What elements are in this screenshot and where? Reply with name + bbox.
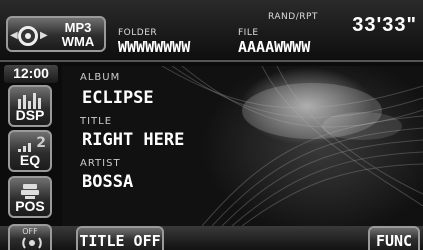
off-label: OFF (22, 227, 38, 236)
random-repeat-indicator: RAND/RPT (268, 12, 318, 22)
source-button[interactable]: ◀ ▶ MP3 WMA (6, 16, 106, 52)
folder-label: FOLDER (118, 28, 158, 38)
bottom-function-bar (0, 226, 423, 250)
arrow-left-icon: ◀ (10, 30, 18, 41)
car-audio-screen: ◀ ▶ MP3 WMA FOLDER WWWWWWWW FILE RAND/RP… (0, 0, 423, 250)
format-mp3: MP3 (64, 20, 92, 35)
format-wma: WMA (61, 34, 95, 49)
pos-label: POS (15, 198, 45, 214)
album-label: ALBUM (80, 72, 121, 83)
elapsed-time: 33'33" (352, 14, 417, 36)
surround-speaker-icon (22, 237, 42, 249)
surround-off-button[interactable]: OFF (8, 224, 52, 250)
file-value: AAAAWWWW (238, 38, 311, 56)
eq-preset-number: 2 (36, 135, 46, 151)
dsp-button[interactable]: DSP (8, 85, 52, 127)
artist-label: ARTIST (80, 158, 121, 169)
title-off-label: TITLE OFF (79, 232, 161, 250)
disc-icon (18, 26, 38, 46)
source-format: MP3 WMA (52, 21, 104, 49)
title-label: TITLE (80, 116, 113, 127)
dsp-label: DSP (15, 107, 45, 123)
title-off-button[interactable]: TITLE OFF (76, 226, 164, 250)
clock: 12:00 (4, 65, 58, 83)
title-value: RIGHT HERE (82, 130, 185, 150)
artist-value: BOSSA (82, 172, 134, 192)
top-status-bar: ◀ ▶ MP3 WMA FOLDER WWWWWWWW FILE RAND/RP… (0, 0, 423, 62)
folder-value: WWWWWWWW (118, 38, 191, 56)
file-label: FILE (238, 28, 259, 38)
arrow-right-icon: ▶ (40, 30, 48, 41)
eq-button[interactable]: 2 EQ (8, 130, 52, 172)
func-button[interactable]: FUNC (368, 226, 420, 250)
pos-button[interactable]: POS (8, 176, 52, 218)
album-value: ECLIPSE (82, 88, 154, 108)
eq-label: EQ (19, 152, 41, 168)
func-label: FUNC (375, 232, 413, 250)
